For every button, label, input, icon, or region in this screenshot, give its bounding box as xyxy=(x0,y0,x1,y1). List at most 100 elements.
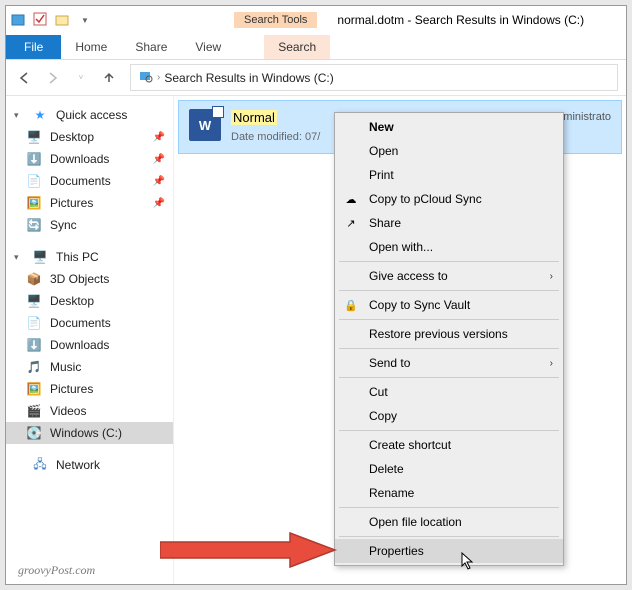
folder-icon: 🖥️ xyxy=(26,293,42,309)
folder-icon: ⬇️ xyxy=(26,151,42,167)
menu-item-label: Send to xyxy=(369,356,410,370)
sidebar-item-label: Videos xyxy=(50,404,86,418)
menu-item-share[interactable]: ↗Share xyxy=(335,211,563,235)
sidebar-network[interactable]: ▸ 🖧 Network xyxy=(6,454,173,476)
sidebar-quick-access[interactable]: ▾ ★ Quick access xyxy=(6,104,173,126)
chevron-down-icon[interactable]: ▾ xyxy=(14,252,24,263)
sidebar-item-documents[interactable]: 📄 Documents xyxy=(6,312,173,334)
window-title: normal.dotm - Search Results in Windows … xyxy=(337,13,584,27)
sidebar-item-pictures[interactable]: 🖼️Pictures xyxy=(6,378,173,400)
new-folder-qat-icon[interactable] xyxy=(54,11,72,29)
properties-qat-icon[interactable] xyxy=(32,11,50,29)
sidebar-item-desktop[interactable]: 🖥️Desktop📌 xyxy=(6,126,173,148)
folder-icon: 📄 xyxy=(26,315,42,331)
contextual-tab-label: Search Tools xyxy=(234,12,317,28)
titlebar: ▼ Search Tools normal.dotm - Search Resu… xyxy=(6,6,626,34)
sidebar-item-pictures[interactable]: 🖼️Pictures📌 xyxy=(6,192,173,214)
menu-item-label: Properties xyxy=(369,544,424,558)
breadcrumb-text: Search Results in Windows (C:) xyxy=(164,71,333,85)
sidebar-label: This PC xyxy=(56,250,99,264)
menu-item-rename[interactable]: Rename xyxy=(335,481,563,505)
forward-button[interactable] xyxy=(42,67,64,89)
menu-item-label: Create shortcut xyxy=(369,438,451,452)
network-icon: 🖧 xyxy=(32,457,48,473)
menu-item-label: Cut xyxy=(369,385,388,399)
menu-separator xyxy=(339,536,559,537)
folder-icon: 🖥️ xyxy=(26,129,42,145)
back-button[interactable] xyxy=(14,67,36,89)
sidebar-item-desktop[interactable]: 🖥️ Desktop xyxy=(6,290,173,312)
pin-icon: 📌 xyxy=(153,176,165,187)
menu-item-give-access-to[interactable]: Give access to› xyxy=(335,264,563,288)
menu-separator xyxy=(339,319,559,320)
menu-item-open[interactable]: Open xyxy=(335,139,563,163)
breadcrumb[interactable]: › Search Results in Windows (C:) xyxy=(130,64,618,91)
watermark: groovyPost.com xyxy=(18,563,95,578)
chevron-right-icon: › xyxy=(157,72,160,83)
qat-dropdown-icon[interactable]: ▼ xyxy=(76,11,94,29)
star-icon: ★ xyxy=(32,107,48,123)
menu-item-label: Copy to pCloud Sync xyxy=(369,192,482,206)
folder-icon: 🔄 xyxy=(26,217,42,233)
sidebar-item-label: Documents xyxy=(50,174,111,188)
menu-item-properties[interactable]: Properties xyxy=(335,539,563,563)
menu-item-restore-previous-versions[interactable]: Restore previous versions xyxy=(335,322,563,346)
folder-icon: 📄 xyxy=(26,173,42,189)
menu-item-cut[interactable]: Cut xyxy=(335,380,563,404)
menu-item-new[interactable]: New xyxy=(335,115,563,139)
chevron-right-icon: › xyxy=(550,271,553,282)
menu-item-icon: ☁ xyxy=(343,191,359,207)
sidebar-item-label: Documents xyxy=(50,316,111,330)
tab-home[interactable]: Home xyxy=(61,35,121,59)
sidebar-item-label: Pictures xyxy=(50,382,93,396)
menu-item-label: Open with... xyxy=(369,240,433,254)
menu-item-label: Delete xyxy=(369,462,404,476)
sidebar-item-downloads[interactable]: ⬇️Downloads xyxy=(6,334,173,356)
file-date-modified: Date modified: 07/ xyxy=(231,131,320,143)
menu-item-open-file-location[interactable]: Open file location xyxy=(335,510,563,534)
menu-item-open-with-[interactable]: Open with... xyxy=(335,235,563,259)
sidebar-item-label: Sync xyxy=(50,218,77,232)
pin-icon: 📌 xyxy=(153,132,165,143)
menu-item-label: Print xyxy=(369,168,394,182)
sidebar-item-windows-c-[interactable]: 💽 Windows (C:) xyxy=(6,422,173,444)
sidebar-this-pc[interactable]: ▾ 🖥️ This PC xyxy=(6,246,173,268)
sidebar-item-downloads[interactable]: ⬇️Downloads📌 xyxy=(6,148,173,170)
menu-separator xyxy=(339,261,559,262)
folder-icon: 💽 xyxy=(26,425,42,441)
tab-search[interactable]: Search xyxy=(264,35,330,59)
sidebar-item-music[interactable]: 🎵Music xyxy=(6,356,173,378)
menu-item-delete[interactable]: Delete xyxy=(335,457,563,481)
recent-dropdown-icon[interactable]: ˅ xyxy=(70,67,92,89)
sidebar-item-label: Windows (C:) xyxy=(50,426,122,440)
up-button[interactable] xyxy=(98,67,120,89)
menu-item-copy[interactable]: Copy xyxy=(335,404,563,428)
sidebar-item-label: 3D Objects xyxy=(50,272,109,286)
sidebar-item-sync[interactable]: 🔄 Sync xyxy=(6,214,173,236)
folder-icon: 📦 xyxy=(26,271,42,287)
menu-item-label: Rename xyxy=(369,486,414,500)
menu-item-copy-to-sync-vault[interactable]: 🔒Copy to Sync Vault xyxy=(335,293,563,317)
menu-separator xyxy=(339,430,559,431)
menu-item-label: Share xyxy=(369,216,401,230)
menu-separator xyxy=(339,507,559,508)
menu-item-label: Open file location xyxy=(369,515,462,529)
menu-item-print[interactable]: Print xyxy=(335,163,563,187)
menu-separator xyxy=(339,290,559,291)
sidebar-item-label: Desktop xyxy=(50,294,94,308)
menu-item-send-to[interactable]: Send to› xyxy=(335,351,563,375)
word-file-icon: W xyxy=(189,109,221,141)
menu-item-create-shortcut[interactable]: Create shortcut xyxy=(335,433,563,457)
chevron-down-icon[interactable]: ▾ xyxy=(14,110,24,121)
tab-share[interactable]: Share xyxy=(121,35,181,59)
sidebar-item-documents[interactable]: 📄 Documents 📌 xyxy=(6,170,173,192)
menu-item-copy-to-pcloud-sync[interactable]: ☁ Copy to pCloud Sync xyxy=(335,187,563,211)
sidebar-item-videos[interactable]: 🎬Videos xyxy=(6,400,173,422)
file-tab[interactable]: File xyxy=(6,35,61,59)
navigation-bar: ˅ › Search Results in Windows (C:) xyxy=(6,60,626,96)
pc-icon: 🖥️ xyxy=(32,249,48,265)
tab-view[interactable]: View xyxy=(181,35,235,59)
sidebar-item-3d-objects[interactable]: 📦 3D Objects xyxy=(6,268,173,290)
pin-icon: 📌 xyxy=(153,198,165,209)
search-icon xyxy=(139,69,153,86)
